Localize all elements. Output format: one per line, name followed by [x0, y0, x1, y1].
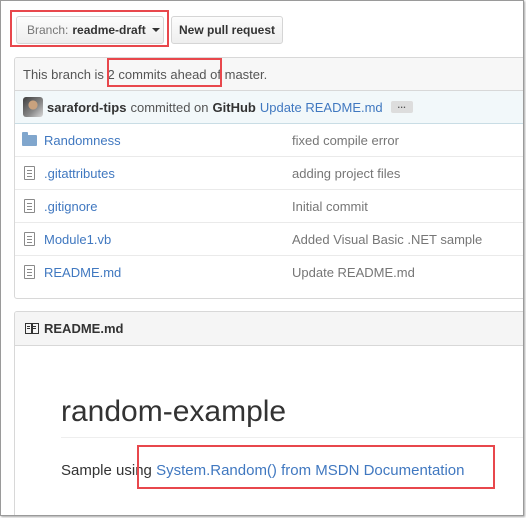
file-name[interactable]: .gitignore [44, 199, 97, 214]
avatar[interactable] [23, 97, 43, 117]
file-row[interactable]: .gitignore Initial commit [15, 190, 523, 223]
file-navigation-panel: This branch is 2 commits ahead of master… [14, 57, 523, 299]
branch-status-bar: This branch is 2 commits ahead of master… [15, 58, 523, 91]
commit-author[interactable]: saraford-tips [47, 100, 126, 115]
book-icon [25, 323, 39, 334]
file-row[interactable]: README.md Update README.md [15, 256, 523, 289]
commit-platform: GitHub [212, 99, 256, 115]
branch-status-before: This branch is [23, 66, 104, 82]
new-pull-request-button[interactable]: New pull request [171, 16, 283, 44]
latest-commit-bar: saraford-tips committed on GitHub Update… [15, 91, 523, 124]
github-repo-page: Branch: readme-draft New pull request Th… [0, 0, 524, 516]
file-name[interactable]: README.md [44, 265, 121, 280]
readme-filename: README.md [44, 321, 124, 336]
file-icon [24, 265, 35, 279]
branch-name: readme-draft [72, 23, 146, 37]
readme-header: README.md [15, 312, 523, 346]
folder-icon [22, 132, 37, 146]
file-commit-message[interactable]: Initial commit [292, 199, 368, 214]
file-row[interactable]: Randomness fixed compile error [15, 124, 523, 157]
file-commit-message[interactable]: Update README.md [292, 265, 415, 280]
branch-prefix: Branch: [27, 23, 69, 37]
file-icon [24, 232, 35, 246]
readme-body: Sample using System.Random() from MSDN D… [61, 462, 465, 479]
file-row[interactable]: Module1.vb Added Visual Basic .NET sampl… [15, 223, 523, 256]
file-name[interactable]: Module1.vb [44, 232, 111, 247]
file-name[interactable]: Randomness [44, 133, 121, 148]
file-icon [24, 166, 35, 180]
file-commit-message[interactable]: adding project files [292, 166, 400, 181]
commits-ahead-link[interactable]: 2 commits ahead [108, 67, 207, 82]
commit-message[interactable]: Update README.md [260, 100, 383, 115]
file-commit-message[interactable]: fixed compile error [292, 133, 399, 148]
committed-on-text: committed on [130, 99, 209, 115]
file-row[interactable]: .gitattributes adding project files [15, 157, 523, 190]
readme-body-text: Sample using [61, 462, 152, 479]
file-commit-message[interactable]: Added Visual Basic .NET sample [292, 232, 482, 247]
readme-title: random-example [61, 395, 523, 438]
file-icon [24, 199, 35, 213]
file-name[interactable]: .gitattributes [44, 166, 115, 181]
chevron-down-icon [151, 28, 160, 32]
readme-panel: README.md random-example Sample using Sy… [14, 311, 523, 515]
branch-status-after: of master. [210, 66, 268, 82]
branch-select-button[interactable]: Branch: readme-draft [16, 16, 164, 44]
expand-commit-button[interactable]: … [390, 101, 413, 113]
msdn-documentation-link[interactable]: System.Random() from MSDN Documentation [156, 462, 464, 479]
